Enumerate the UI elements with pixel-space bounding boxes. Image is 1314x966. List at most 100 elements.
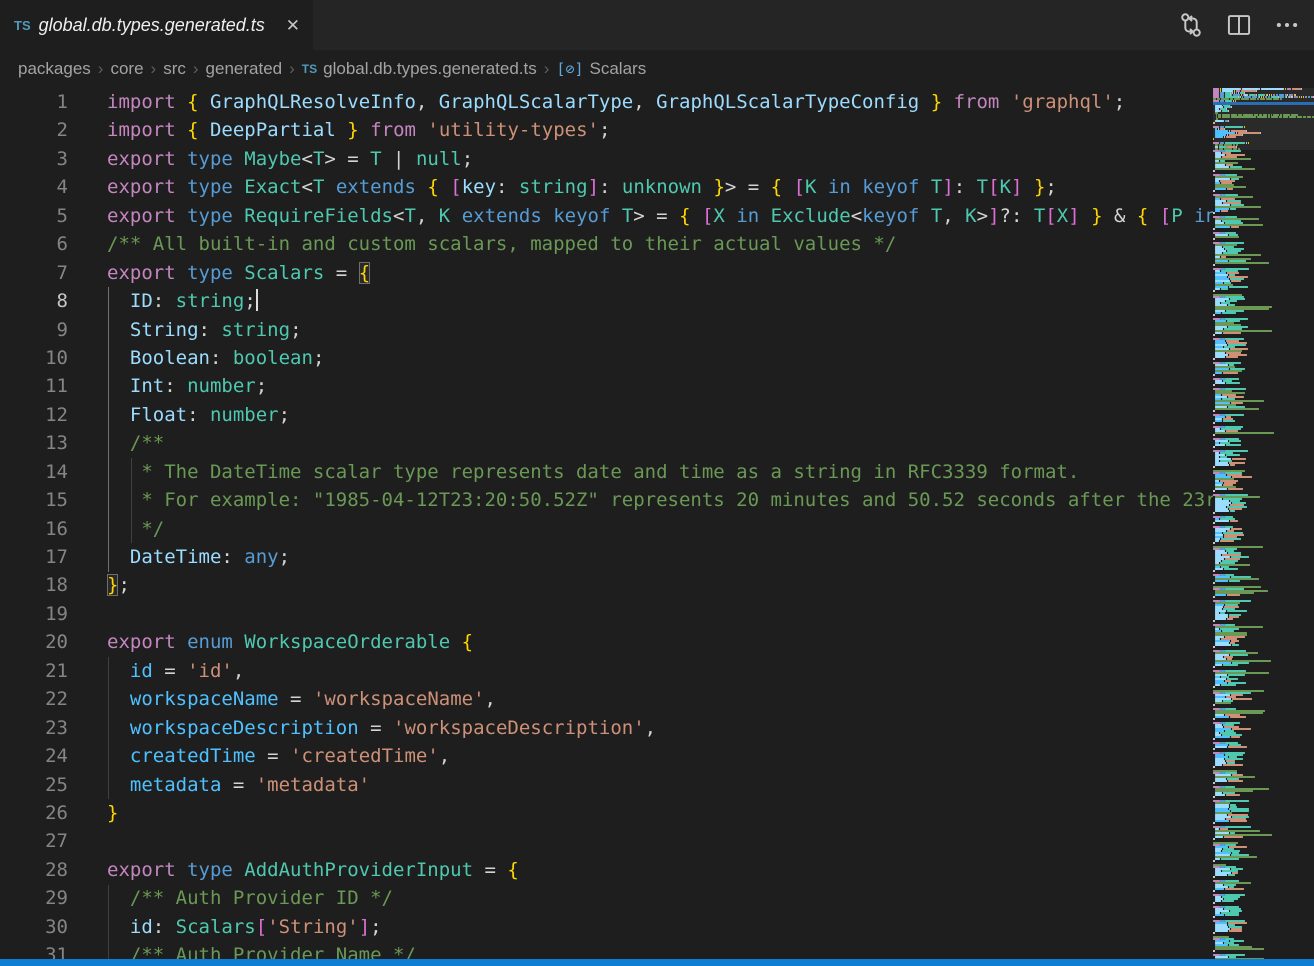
line-number[interactable]: 4 bbox=[0, 173, 68, 201]
code-line[interactable]: 15 * For example: "1985-04-12T23:20:50.5… bbox=[0, 486, 1213, 514]
line-number[interactable]: 17 bbox=[0, 543, 68, 571]
code-text: metadata = 'metadata' bbox=[107, 771, 370, 799]
code-editor[interactable]: 1import { GraphQLResolveInfo, GraphQLSca… bbox=[0, 88, 1213, 966]
vscode-editor-window: TS global.db.types.generated.ts ✕ bbox=[0, 0, 1314, 966]
breadcrumb-label: global.db.types.generated.ts bbox=[323, 59, 537, 79]
code-line[interactable]: 11 Int: number; bbox=[0, 372, 1213, 400]
line-number[interactable]: 22 bbox=[0, 685, 68, 713]
breadcrumb-item-scalars[interactable]: [⊘]Scalars bbox=[556, 59, 646, 79]
code-text: */ bbox=[107, 515, 164, 543]
line-number[interactable]: 26 bbox=[0, 799, 68, 827]
code-text: /** All built-in and custom scalars, map… bbox=[107, 230, 896, 258]
breadcrumb-label: packages bbox=[18, 59, 91, 79]
code-line[interactable]: 18}; bbox=[0, 571, 1213, 599]
line-number[interactable]: 11 bbox=[0, 372, 68, 400]
code-text: workspaceName = 'workspaceName', bbox=[107, 685, 496, 713]
minimap[interactable] bbox=[1213, 88, 1314, 966]
line-number[interactable]: 18 bbox=[0, 571, 68, 599]
code-line[interactable]: 13 /** bbox=[0, 429, 1213, 457]
line-number[interactable]: 15 bbox=[0, 486, 68, 514]
line-number[interactable]: 21 bbox=[0, 657, 68, 685]
code-line[interactable]: 14 * The DateTime scalar type represents… bbox=[0, 458, 1213, 486]
code-line[interactable]: 23 workspaceDescription = 'workspaceDesc… bbox=[0, 714, 1213, 742]
code-line[interactable]: 26} bbox=[0, 799, 1213, 827]
line-number[interactable]: 20 bbox=[0, 628, 68, 656]
breadcrumb-item-core[interactable]: core bbox=[110, 59, 143, 79]
line-number[interactable]: 25 bbox=[0, 771, 68, 799]
code-line[interactable]: 8 ID: string; bbox=[0, 287, 1213, 315]
more-actions-icon[interactable] bbox=[1274, 12, 1300, 38]
code-line[interactable]: 19 bbox=[0, 600, 1213, 628]
code-line[interactable]: 4 export type Exact<T extends { [key: str… bbox=[0, 173, 1213, 201]
split-editor-icon[interactable] bbox=[1226, 12, 1252, 38]
line-number[interactable]: 14 bbox=[0, 458, 68, 486]
code-line[interactable]: 27 bbox=[0, 827, 1213, 855]
code-text: export type RequireFields<T, K extends k… bbox=[107, 202, 1213, 230]
code-line[interactable]: 2 import { DeepPartial } from 'utility-ty… bbox=[0, 116, 1213, 144]
line-number[interactable]: 1 bbox=[0, 88, 68, 116]
line-number[interactable]: 6 bbox=[0, 230, 68, 258]
code-line[interactable]: 25 metadata = 'metadata' bbox=[0, 771, 1213, 799]
line-number[interactable]: 19 bbox=[0, 600, 68, 628]
code-text: id: Scalars['String']; bbox=[107, 913, 382, 941]
line-number[interactable]: 8 bbox=[0, 287, 68, 315]
line-number[interactable]: 28 bbox=[0, 856, 68, 884]
close-tab-icon[interactable]: ✕ bbox=[283, 14, 303, 37]
code-line[interactable]: 24 createdTime = 'createdTime', bbox=[0, 742, 1213, 770]
tab-global-db-types-generated-ts[interactable]: TS global.db.types.generated.ts ✕ bbox=[0, 0, 313, 50]
line-number[interactable]: 9 bbox=[0, 316, 68, 344]
code-text: workspaceDescription = 'workspaceDescrip… bbox=[107, 714, 656, 742]
breadcrumb-label: src bbox=[163, 59, 186, 79]
code-text: import { DeepPartial } from 'utility-typ… bbox=[107, 116, 610, 144]
code-line[interactable]: 12 Float: number; bbox=[0, 401, 1213, 429]
breadcrumb-label: core bbox=[110, 59, 143, 79]
code-line[interactable]: 3 export type Maybe<T> = T | null; bbox=[0, 145, 1213, 173]
line-number[interactable]: 3 bbox=[0, 145, 68, 173]
line-number[interactable]: 30 bbox=[0, 913, 68, 941]
line-number[interactable]: 2 bbox=[0, 116, 68, 144]
breadcrumb-item-src[interactable]: src bbox=[163, 59, 186, 79]
line-number[interactable]: 13 bbox=[0, 429, 68, 457]
breadcrumb-separator: › bbox=[544, 59, 550, 79]
line-number[interactable]: 27 bbox=[0, 827, 68, 855]
code-text: export type AddAuthProviderInput = { bbox=[107, 856, 519, 884]
code-text: export type Exact<T extends { [key: stri… bbox=[107, 173, 1057, 201]
open-changes-icon[interactable] bbox=[1178, 12, 1204, 38]
code-text: export type Maybe<T> = T | null; bbox=[107, 145, 473, 173]
line-number[interactable]: 5 bbox=[0, 202, 68, 230]
code-text: ID: string; bbox=[107, 287, 258, 315]
code-line[interactable]: 30 id: Scalars['String']; bbox=[0, 913, 1213, 941]
code-line[interactable]: 20export enum WorkspaceOrderable { bbox=[0, 628, 1213, 656]
code-line[interactable]: 5 export type RequireFields<T, K extends … bbox=[0, 202, 1213, 230]
breadcrumb-label: generated bbox=[206, 59, 283, 79]
line-number[interactable]: 7 bbox=[0, 259, 68, 287]
code-line[interactable]: 28 export type AddAuthProviderInput = { bbox=[0, 856, 1213, 884]
line-number[interactable]: 29 bbox=[0, 884, 68, 912]
code-line[interactable]: 29 /** Auth Provider ID */ bbox=[0, 884, 1213, 912]
code-line[interactable]: 7 export type Scalars = { bbox=[0, 259, 1213, 287]
line-number[interactable]: 10 bbox=[0, 344, 68, 372]
breadcrumb-item-packages[interactable]: packages bbox=[18, 59, 91, 79]
breadcrumb-separator: › bbox=[193, 59, 199, 79]
code-line[interactable]: 6 /** All built-in and custom scalars, ma… bbox=[0, 230, 1213, 258]
breadcrumb-item-generated[interactable]: generated bbox=[206, 59, 283, 79]
line-number[interactable]: 24 bbox=[0, 742, 68, 770]
breadcrumb-item-global-db-types-generated-ts[interactable]: TSglobal.db.types.generated.ts bbox=[302, 59, 537, 79]
code-line[interactable]: 9 String: string; bbox=[0, 316, 1213, 344]
line-number[interactable]: 12 bbox=[0, 401, 68, 429]
breadcrumb-label: Scalars bbox=[590, 59, 647, 79]
code-line[interactable]: 17 DateTime: any; bbox=[0, 543, 1213, 571]
code-text: * The DateTime scalar type represents da… bbox=[107, 458, 1079, 486]
code-line[interactable]: 10 Boolean: boolean; bbox=[0, 344, 1213, 372]
code-line[interactable]: 16 */ bbox=[0, 515, 1213, 543]
line-number[interactable]: 23 bbox=[0, 714, 68, 742]
code-line[interactable]: 21 id = 'id', bbox=[0, 657, 1213, 685]
code-line[interactable]: 22 workspaceName = 'workspaceName', bbox=[0, 685, 1213, 713]
breadcrumb-separator: › bbox=[151, 59, 157, 79]
editor-actions bbox=[1178, 0, 1300, 50]
code-line[interactable]: 1import { GraphQLResolveInfo, GraphQLSca… bbox=[0, 88, 1213, 116]
code-text: export type Scalars = { bbox=[107, 259, 370, 287]
code-text: Int: number; bbox=[107, 372, 267, 400]
line-number[interactable]: 16 bbox=[0, 515, 68, 543]
tab-title: global.db.types.generated.ts bbox=[39, 15, 265, 36]
